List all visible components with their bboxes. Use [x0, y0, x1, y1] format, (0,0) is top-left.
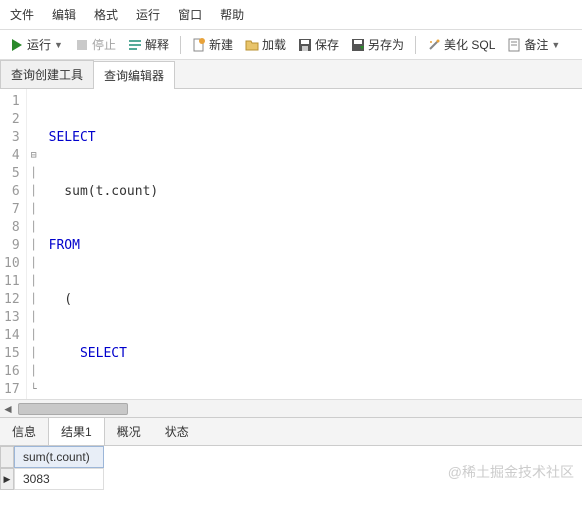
grid-corner — [0, 446, 14, 468]
load-button[interactable]: 加载 — [241, 34, 290, 55]
menu-window[interactable]: 窗口 — [178, 6, 202, 23]
wand-icon — [427, 38, 441, 52]
notes-icon — [507, 38, 521, 52]
folder-icon — [245, 38, 259, 52]
line-gutter: 123456789 1011121314151617 — [0, 89, 27, 399]
tab-info[interactable]: 信息 — [0, 418, 48, 445]
beautify-label: 美化 SQL — [444, 36, 495, 53]
saveas-button[interactable]: 另存为 — [347, 34, 408, 55]
code-line: FROM — [49, 238, 80, 253]
stop-button[interactable]: 停止 — [71, 34, 120, 55]
code-area[interactable]: SELECT sum(t.count) FROM ( SELECT count(… — [41, 89, 339, 399]
code-line: SELECT — [49, 130, 96, 145]
fold-gutter: ⊟ ││││││││││││└ — [27, 89, 41, 399]
tab-query-editor[interactable]: 查询编辑器 — [93, 61, 175, 89]
fold-toggle-icon[interactable]: ⊟ — [27, 147, 41, 165]
run-button[interactable]: 运行 ▼ — [6, 34, 67, 55]
tab-status[interactable]: 状态 — [153, 418, 201, 445]
explain-label: 解释 — [145, 36, 169, 53]
save-label: 保存 — [315, 36, 339, 53]
dropdown-icon: ▼ — [54, 40, 63, 50]
scroll-thumb[interactable] — [18, 403, 128, 415]
new-label: 新建 — [209, 36, 233, 53]
new-button[interactable]: 新建 — [188, 34, 237, 55]
grid-row-header[interactable]: ▶ — [0, 468, 14, 490]
new-icon — [192, 38, 206, 52]
tab-profile[interactable]: 概况 — [105, 418, 153, 445]
editor-tabs: 查询创建工具 查询编辑器 — [0, 60, 582, 89]
menu-edit[interactable]: 编辑 — [52, 6, 76, 23]
notes-label: 备注 — [524, 36, 548, 53]
toolbar: 运行 ▼ 停止 解释 新建 加载 保存 另存为 美化 SQL 备注 ▼ — [0, 30, 582, 60]
code-line: SELECT — [49, 346, 127, 361]
load-label: 加载 — [262, 36, 286, 53]
explain-icon — [128, 38, 142, 52]
separator — [180, 36, 181, 54]
stop-icon — [75, 38, 89, 52]
explain-button[interactable]: 解释 — [124, 34, 173, 55]
grid-column-header[interactable]: sum(t.count) — [14, 446, 104, 468]
code-line: sum(t.count) — [49, 183, 331, 201]
grid-cell[interactable]: 3083 — [14, 468, 104, 490]
beautify-button[interactable]: 美化 SQL — [423, 34, 499, 55]
code-editor[interactable]: 123456789 1011121314151617 ⊟ │││││││││││… — [0, 89, 582, 399]
tab-result1[interactable]: 结果1 — [48, 418, 105, 445]
tab-query-builder[interactable]: 查询创建工具 — [0, 60, 94, 88]
menu-file[interactable]: 文件 — [10, 6, 34, 23]
menu-help[interactable]: 帮助 — [220, 6, 244, 23]
horizontal-scrollbar[interactable]: ◄ — [0, 399, 582, 417]
save-icon — [298, 38, 312, 52]
result-grid: sum(t.count) ▶ 3083 — [0, 446, 582, 490]
menu-run[interactable]: 运行 — [136, 6, 160, 23]
run-label: 运行 — [27, 36, 51, 53]
scroll-left-icon[interactable]: ◄ — [0, 402, 16, 416]
menu-bar: 文件 编辑 格式 运行 窗口 帮助 — [0, 0, 582, 30]
saveas-label: 另存为 — [368, 36, 404, 53]
saveas-icon — [351, 38, 365, 52]
dropdown-icon: ▼ — [551, 40, 560, 50]
notes-button[interactable]: 备注 ▼ — [503, 34, 564, 55]
result-tabs: 信息 结果1 概况 状态 — [0, 417, 582, 446]
save-button[interactable]: 保存 — [294, 34, 343, 55]
menu-format[interactable]: 格式 — [94, 6, 118, 23]
separator — [415, 36, 416, 54]
stop-label: 停止 — [92, 36, 116, 53]
play-icon — [10, 38, 24, 52]
code-line: ( — [49, 291, 331, 309]
